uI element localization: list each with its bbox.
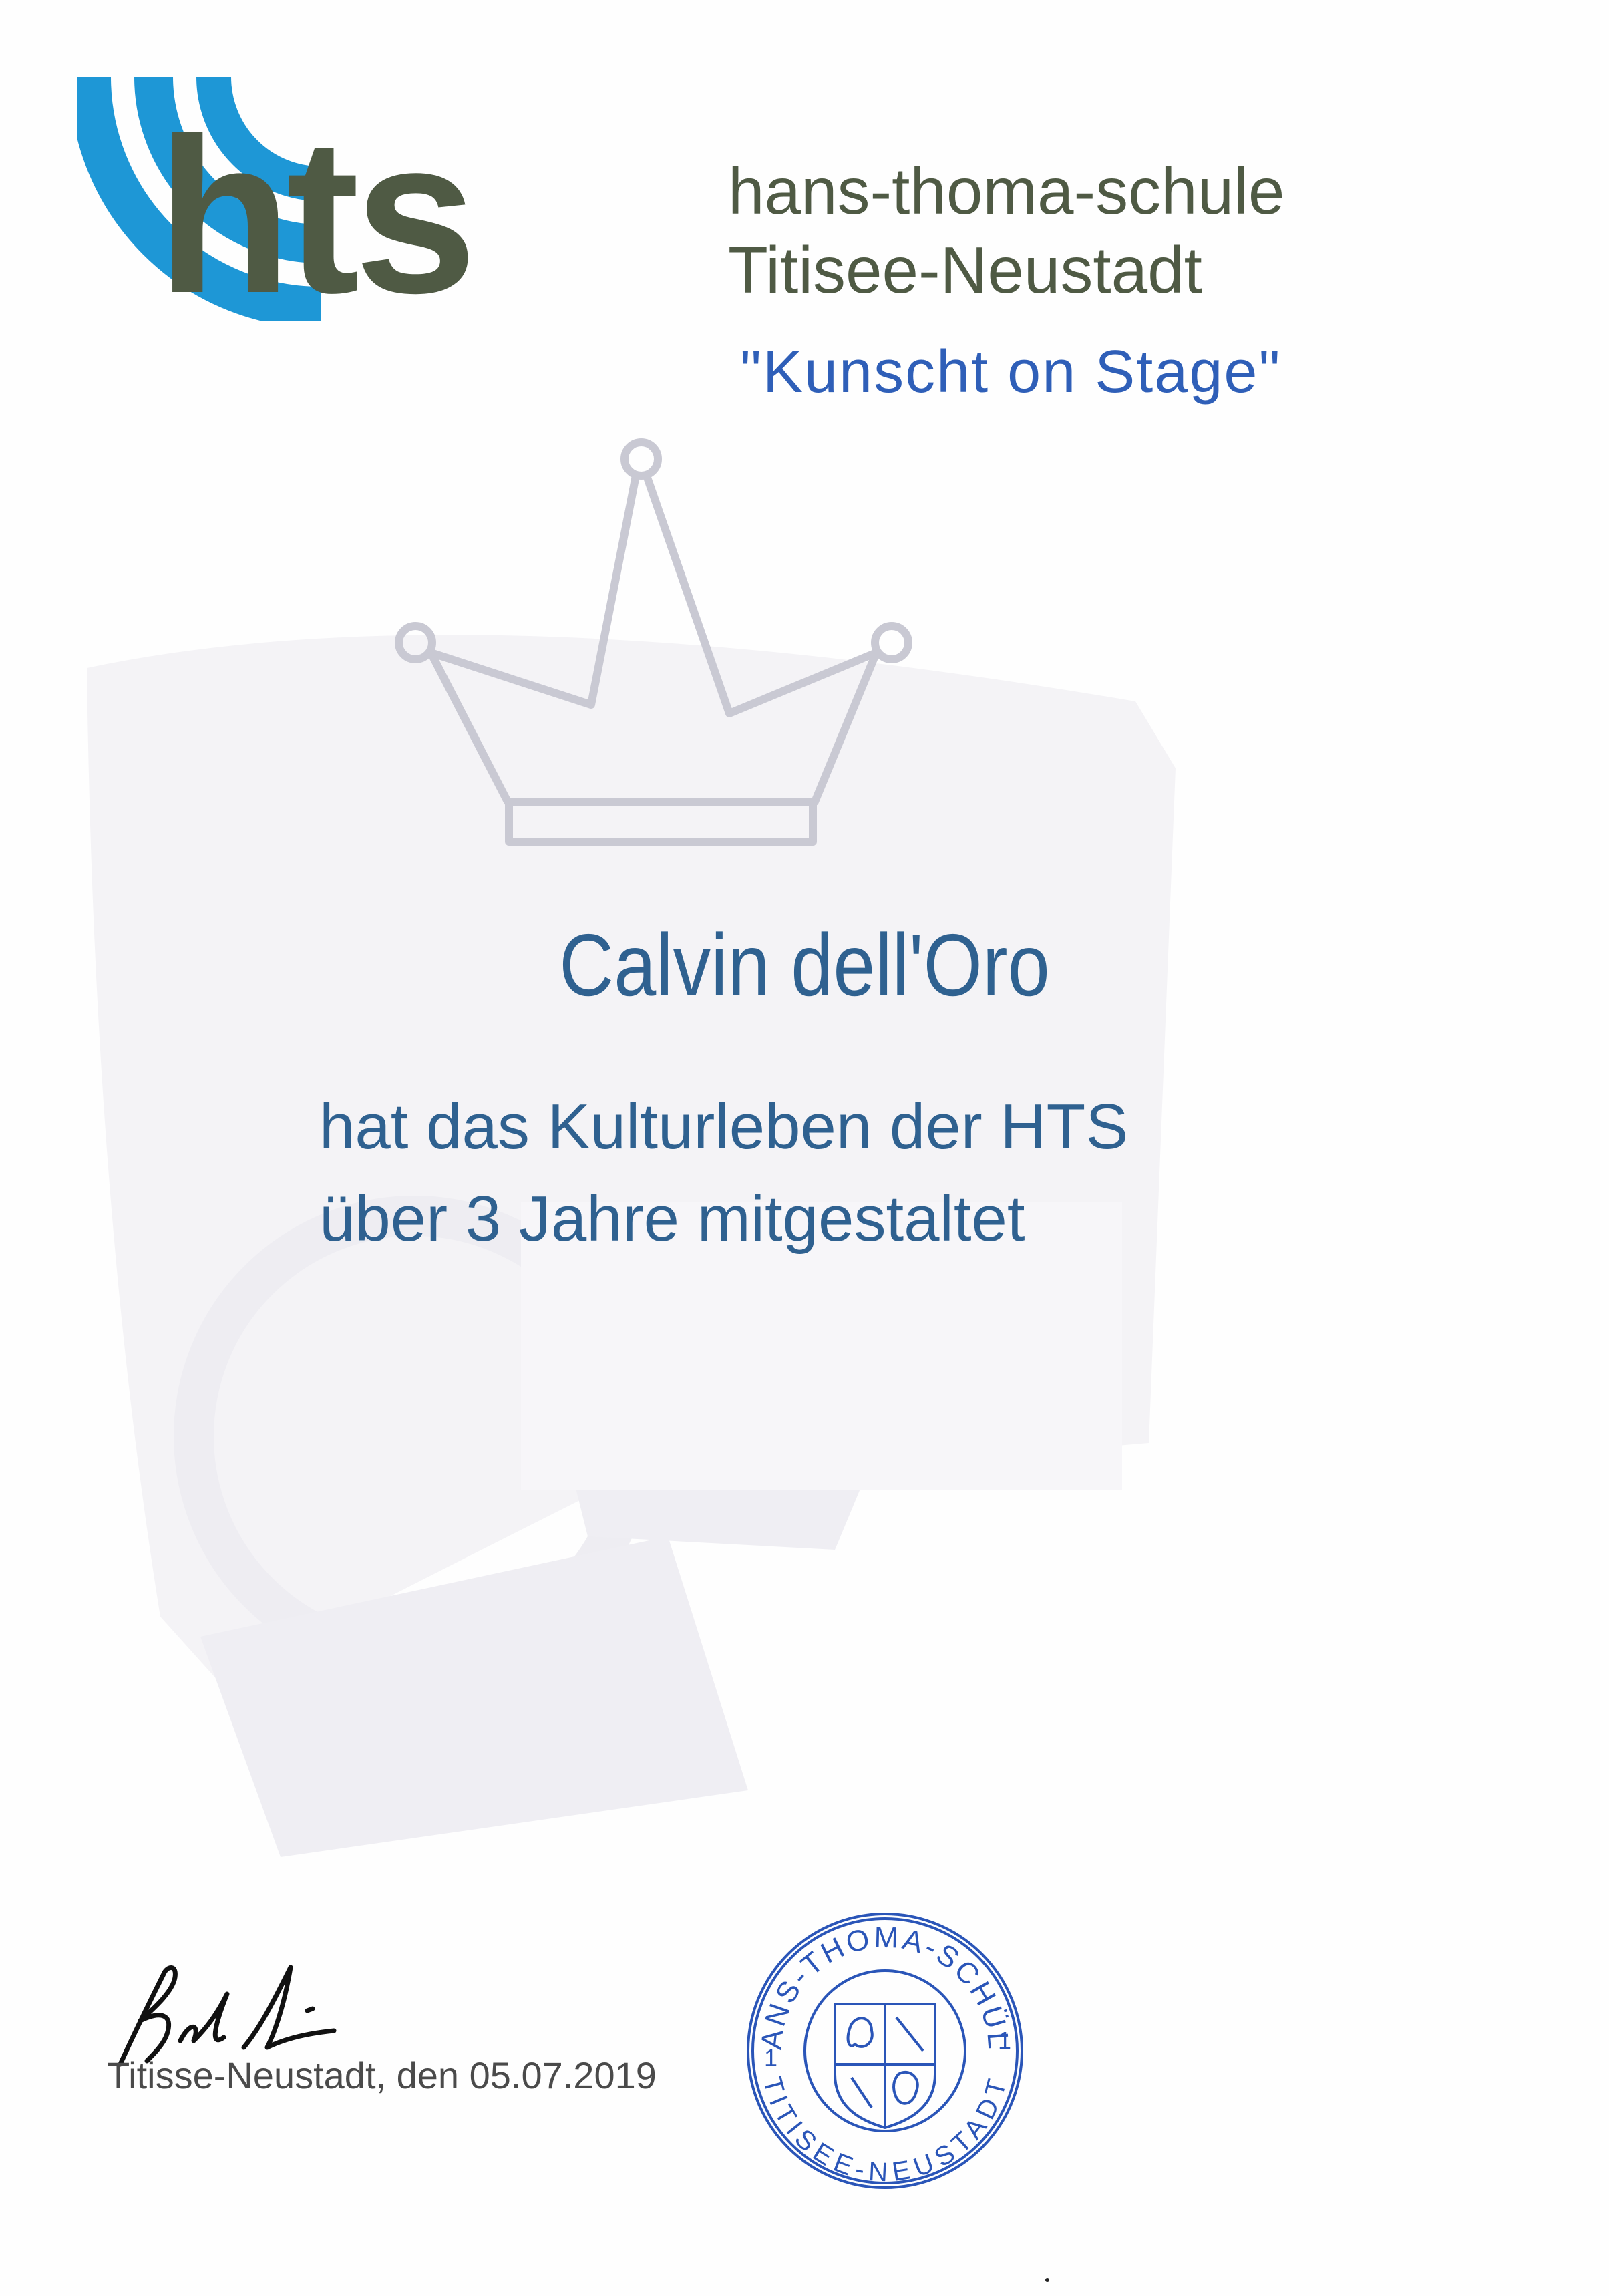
statement-line-2: über 3 Jahre mitgestaltet	[319, 1183, 1025, 1255]
coat-of-arms-icon	[834, 2003, 936, 2129]
svg-text:HANS-THOMA-SCHÜLE: HANS-THOMA-SCHÜLE	[741, 1907, 1015, 2053]
stamp-right-mark: 1	[998, 2027, 1011, 2054]
school-name: hans-thoma-schule	[728, 154, 1285, 228]
logo-text: hts	[157, 92, 477, 339]
certificate-page: hts hans-thoma-schule Titisee-Neustadt "…	[0, 0, 1609, 2296]
stamp-left-mark: 1	[764, 2044, 777, 2072]
school-stamp: HANS-THOMA-SCHÜLE TITISEE-NEUSTADT 1 1	[741, 1907, 1023, 2189]
crown-outline-icon	[395, 438, 912, 846]
statement-line-1: hat das Kulturleben der HTS	[319, 1091, 1129, 1162]
event-title: "Kunscht on Stage"	[740, 339, 1282, 405]
school-city: Titisee-Neustadt	[728, 233, 1202, 307]
place-date: Titisse-Neustadt, den 05.07.2019	[107, 2054, 657, 2096]
ink-dot	[1045, 2278, 1049, 2282]
recipient-name: Calvin dell'Oro	[559, 916, 1050, 1014]
stamp-top-text: HANS-THOMA-SCHÜLE	[741, 1907, 1013, 2053]
